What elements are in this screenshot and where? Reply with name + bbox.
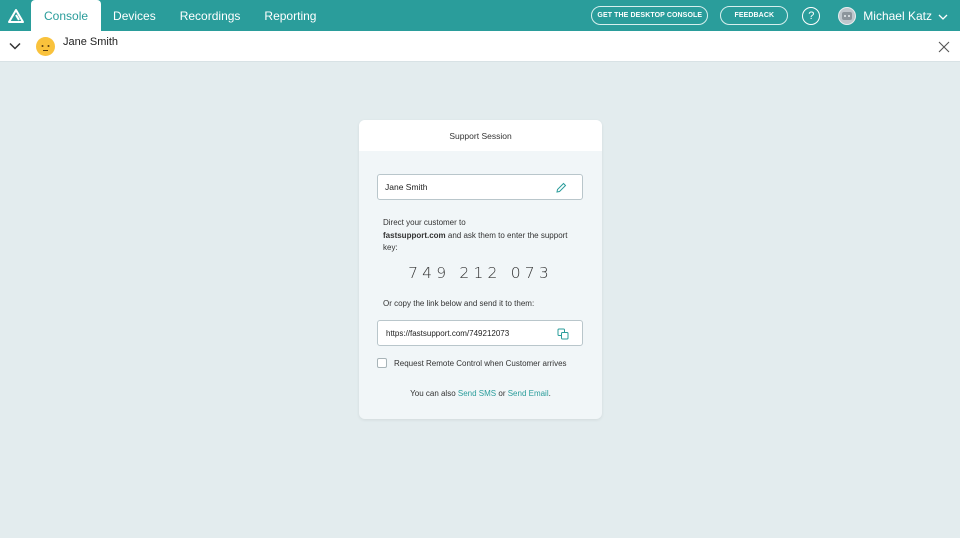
card-title: Support Session: [359, 120, 602, 151]
send-email-link[interactable]: Send Email: [508, 389, 549, 398]
support-session-card: Support Session Jane Smith Direct your c…: [359, 120, 602, 419]
triangle-logo-icon[interactable]: [0, 0, 31, 31]
customer-name: Jane Smith: [63, 36, 119, 48]
footer-suffix: .: [548, 389, 551, 398]
top-nav-bar: Console Devices Recordings Reporting GET…: [0, 0, 960, 31]
customer-name-value: Jane Smith: [385, 182, 428, 192]
help-icon[interactable]: ?: [802, 6, 821, 25]
tab-recordings[interactable]: Recordings: [168, 0, 253, 31]
copy-icon[interactable]: [557, 328, 569, 340]
tab-console[interactable]: Console: [31, 0, 102, 31]
alternative-send-options: You can also Send SMS or Send Email.: [359, 389, 602, 398]
user-menu[interactable]: Michael Katz: [838, 6, 948, 25]
avatar: [838, 6, 857, 25]
tab-reporting[interactable]: Reporting: [252, 0, 328, 31]
feedback-button[interactable]: FEEDBACK: [720, 6, 789, 25]
support-link-field[interactable]: https://fastsupport.com/749212073: [377, 320, 583, 346]
user-name: Michael Katz: [863, 8, 932, 23]
copy-link-instruction: Or copy the link below and send it to th…: [383, 299, 535, 308]
instruction-prefix: Direct your customer to: [383, 218, 466, 227]
remote-control-label[interactable]: Request Remote Control when Customer arr…: [394, 359, 567, 368]
support-key: 749 212 073: [408, 264, 553, 282]
remote-control-option: Request Remote Control when Customer arr…: [377, 358, 567, 368]
close-icon[interactable]: [938, 40, 950, 53]
support-domain: fastsupport.com: [383, 230, 446, 240]
session-bar: Jane Smith: [0, 31, 960, 62]
remote-control-checkbox[interactable]: [377, 358, 387, 368]
send-sms-link[interactable]: Send SMS: [458, 389, 496, 398]
customer-emoji-icon: [36, 36, 55, 56]
support-link-value: https://fastsupport.com/749212073: [386, 328, 510, 338]
footer-or: or: [496, 389, 508, 398]
tab-devices[interactable]: Devices: [101, 0, 168, 31]
chevron-down-icon: [938, 9, 948, 23]
instruction-text: Direct your customer to fastsupport.com a…: [383, 217, 583, 255]
get-desktop-console-button[interactable]: GET THE DESKTOP CONSOLE: [591, 6, 709, 25]
edit-pencil-icon[interactable]: [555, 182, 567, 194]
collapse-chevron-icon[interactable]: [0, 31, 30, 62]
footer-prefix: You can also: [410, 389, 458, 398]
topbar-right-area: GET THE DESKTOP CONSOLE FEEDBACK ? Micha…: [591, 0, 960, 31]
customer-name-field[interactable]: Jane Smith: [377, 174, 583, 200]
